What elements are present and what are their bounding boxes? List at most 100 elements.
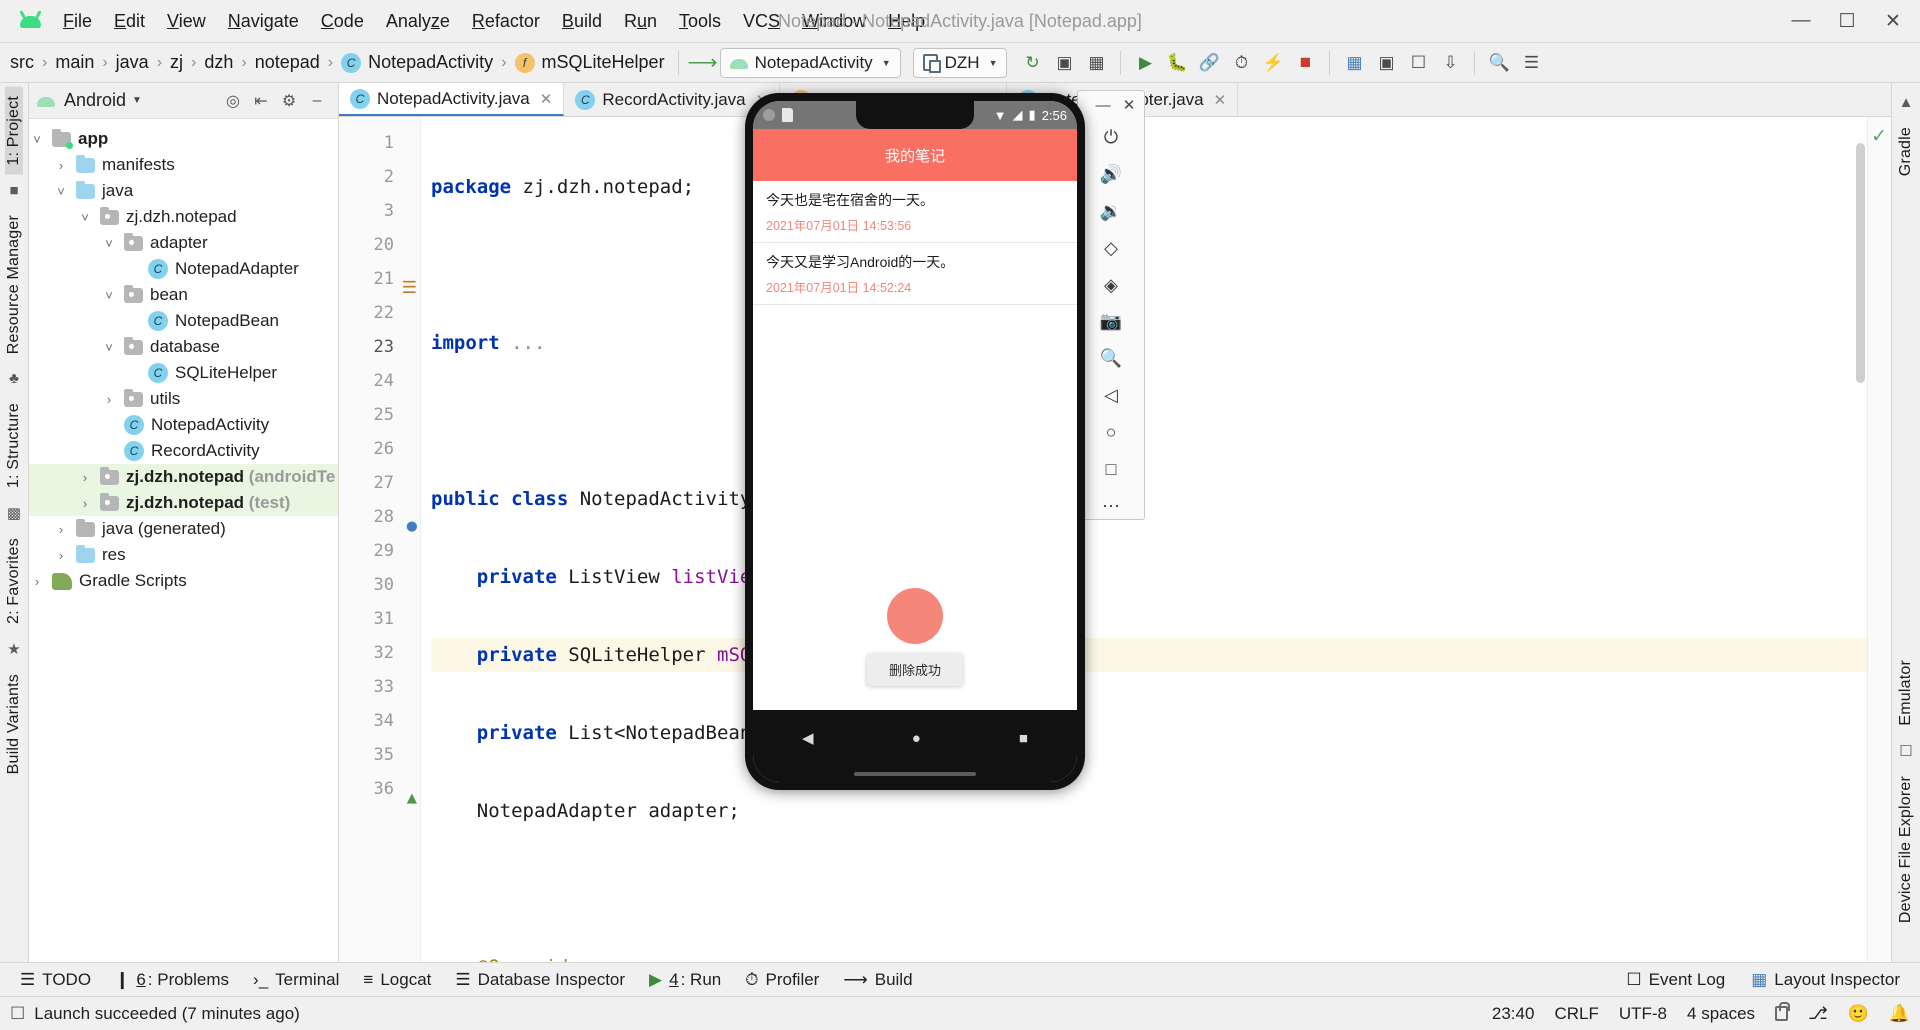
note-item[interactable]: 今天又是学习Android的一天。 2021年07月01日 14:52:24 bbox=[753, 243, 1077, 305]
tool-database-inspector[interactable]: ☰ Database Inspector bbox=[445, 967, 635, 993]
expand-arrow-icon[interactable]: › bbox=[53, 522, 69, 537]
rail-item-structure[interactable]: 1: Structure bbox=[5, 394, 23, 497]
tree-node-res[interactable]: › res bbox=[29, 542, 338, 568]
breadcrumb-notepad[interactable]: notepad bbox=[251, 50, 324, 75]
tree-node-androidtest[interactable]: › zj.dzh.notepad (androidTe bbox=[29, 464, 338, 490]
rail-item-gradle[interactable]: Gradle bbox=[1897, 118, 1915, 185]
status-message[interactable]: Launch succeeded (7 minutes ago) bbox=[34, 1004, 300, 1024]
debug-icon[interactable]: 🐛 bbox=[1162, 48, 1192, 78]
nav-home-icon[interactable]: ● bbox=[912, 730, 921, 747]
expand-arrow-icon[interactable]: › bbox=[53, 548, 69, 563]
expand-arrow-icon[interactable]: ˅ bbox=[77, 210, 93, 225]
screenshot-icon[interactable]: 📷 bbox=[1094, 310, 1128, 335]
volume-up-icon[interactable]: 🔊 bbox=[1094, 162, 1128, 187]
tree-node-utils[interactable]: › utils bbox=[29, 386, 338, 412]
project-tree[interactable]: ˅ app › manifests ˅ java ˅ zj.dzh.notepa… bbox=[29, 119, 338, 594]
tool-logcat[interactable]: ≡ Logcat bbox=[353, 967, 441, 993]
home-icon[interactable]: ○ bbox=[1094, 420, 1128, 445]
tree-node-sqlitehelper[interactable]: › C SQLiteHelper bbox=[29, 360, 338, 386]
rail-item-favorites[interactable]: 2: Favorites bbox=[5, 529, 23, 633]
tool-build[interactable]: ⟶ Build bbox=[833, 967, 922, 993]
profiler-icon[interactable]: ⏱ bbox=[1226, 48, 1256, 78]
stop-icon[interactable]: ■ bbox=[1290, 48, 1320, 78]
expand-arrow-icon[interactable]: ˅ bbox=[53, 184, 69, 199]
source-code[interactable]: package zj.dzh.notepad; import ... publi… bbox=[421, 117, 1891, 962]
editor-marker-strip[interactable] bbox=[1867, 117, 1891, 962]
power-icon[interactable]: ⏻ bbox=[1094, 125, 1128, 150]
breadcrumb-java[interactable]: java bbox=[112, 50, 153, 75]
emulator-close-button[interactable]: ✕ bbox=[1116, 93, 1142, 117]
menu-tools[interactable]: Tools bbox=[668, 6, 732, 37]
tree-node-java[interactable]: ˅ java bbox=[29, 178, 338, 204]
menu-refactor[interactable]: Refactor bbox=[461, 6, 551, 37]
note-item[interactable]: 今天也是宅在宿舍的一天。 2021年07月01日 14:53:56 bbox=[753, 181, 1077, 243]
sdk-manager-icon[interactable]: ▦ bbox=[1081, 48, 1111, 78]
tool-problems[interactable]: ❙ 6 : Problems bbox=[105, 967, 239, 993]
add-note-fab[interactable] bbox=[887, 588, 943, 644]
zoom-icon[interactable]: 🔍 bbox=[1094, 346, 1128, 371]
indent-setting[interactable]: 4 spaces bbox=[1687, 1004, 1755, 1024]
emulator-window[interactable]: — ✕ ⏻ 🔊 🔉 ◇ ◈ 📷 🔍 ◁ ○ □ ⋯ ▼ ◢ ▮ 2:56 我的笔… bbox=[735, 90, 1145, 790]
file-encoding[interactable]: UTF-8 bbox=[1619, 1004, 1667, 1024]
attach-debugger-icon[interactable]: 🔗 bbox=[1194, 48, 1224, 78]
line-separator[interactable]: CRLF bbox=[1554, 1004, 1598, 1024]
implements-marker-icon[interactable]: ▲ bbox=[401, 781, 417, 808]
tree-node-app[interactable]: ˅ app bbox=[29, 126, 338, 152]
sync-gradle-icon[interactable]: ↻ bbox=[1017, 48, 1047, 78]
tab-notepadactivity[interactable]: C NotepadActivity.java ✕ bbox=[339, 83, 565, 116]
avd-manager-icon[interactable]: ▣ bbox=[1049, 48, 1079, 78]
breadcrumb-field[interactable]: f mSQLiteHelper bbox=[511, 50, 669, 75]
expand-arrow-icon[interactable]: ˅ bbox=[101, 288, 117, 303]
settings-icon[interactable]: ⚙ bbox=[276, 88, 302, 114]
close-icon[interactable]: ✕ bbox=[1214, 91, 1227, 109]
line-number-gutter[interactable]: 1 2 3 20 21 ☰ 22 23 24 25 26 27 28 ● 29 … bbox=[339, 117, 421, 962]
locate-icon[interactable]: ◎ bbox=[220, 88, 246, 114]
smiley-icon[interactable]: 🙂 bbox=[1848, 1004, 1869, 1024]
apply-changes-icon[interactable]: ⚡ bbox=[1258, 48, 1288, 78]
device-navigation-bar[interactable]: ◀ ● ■ bbox=[753, 710, 1077, 766]
rail-item-emulator[interactable]: Emulator bbox=[1897, 651, 1915, 735]
tree-node-bean[interactable]: ˅ bean bbox=[29, 282, 338, 308]
tool-todo[interactable]: ☰ TODO bbox=[10, 967, 101, 993]
breadcrumb-main[interactable]: main bbox=[51, 50, 98, 75]
expand-arrow-icon[interactable]: › bbox=[77, 470, 93, 485]
tool-event-log[interactable]: ☐ Event Log bbox=[1616, 967, 1735, 993]
tree-node-package-root[interactable]: ˅ zj.dzh.notepad bbox=[29, 204, 338, 230]
caret-position[interactable]: 23:40 bbox=[1492, 1004, 1535, 1024]
tree-node-recordactivity[interactable]: › C RecordActivity bbox=[29, 438, 338, 464]
minimize-button[interactable]: — bbox=[1778, 0, 1824, 43]
chevron-down-icon[interactable]: ▼ bbox=[132, 95, 142, 106]
hammer-icon[interactable]: ⟶ bbox=[688, 48, 718, 78]
rail-item-device-file-explorer[interactable]: Device File Explorer bbox=[1897, 767, 1915, 932]
rotate-left-icon[interactable]: ◇ bbox=[1094, 236, 1128, 261]
rail-item-resource-manager[interactable]: Resource Manager bbox=[5, 206, 23, 363]
emulator-screen[interactable]: ▼ ◢ ▮ 2:56 我的笔记 今天也是宅在宿舍的一天。 2021年07月01日… bbox=[753, 101, 1077, 782]
breadcrumb-dzh[interactable]: dzh bbox=[200, 50, 237, 75]
emulator-minimize-button[interactable]: — bbox=[1090, 93, 1116, 117]
expand-arrow-icon[interactable]: › bbox=[53, 158, 69, 173]
expand-arrow-icon[interactable]: ˅ bbox=[29, 132, 45, 147]
lock-icon[interactable] bbox=[1775, 1002, 1791, 1021]
tree-node-notepadadapter[interactable]: › C NotepadAdapter bbox=[29, 256, 338, 282]
menu-analyze[interactable]: Analyze bbox=[375, 6, 461, 37]
breakpoint-marker-icon[interactable]: ● bbox=[401, 509, 417, 536]
run-icon[interactable]: ▶ bbox=[1130, 48, 1160, 78]
device-file-explorer-icon[interactable]: ⇩ bbox=[1435, 48, 1465, 78]
menu-file[interactable]: File bbox=[52, 6, 103, 37]
tool-layout-inspector[interactable]: ▦ Layout Inspector bbox=[1741, 967, 1910, 993]
expand-arrow-icon[interactable]: ˅ bbox=[101, 236, 117, 251]
tree-node-test[interactable]: › zj.dzh.notepad (test) bbox=[29, 490, 338, 516]
close-icon[interactable]: ✕ bbox=[540, 90, 553, 108]
rail-item-build-variants[interactable]: Build Variants bbox=[5, 665, 23, 783]
menu-view[interactable]: View bbox=[156, 6, 217, 37]
collapse-all-icon[interactable]: ⇤ bbox=[248, 88, 274, 114]
close-button[interactable]: ✕ bbox=[1870, 0, 1916, 43]
breadcrumb-src[interactable]: src bbox=[6, 50, 38, 75]
tool-terminal[interactable]: ›_ Terminal bbox=[243, 967, 349, 993]
menu-build[interactable]: Build bbox=[551, 6, 613, 37]
menu-run[interactable]: Run bbox=[613, 6, 668, 37]
more-icon[interactable]: ⋯ bbox=[1094, 494, 1128, 519]
tree-node-adapter[interactable]: ˅ adapter bbox=[29, 230, 338, 256]
maximize-button[interactable]: ☐ bbox=[1824, 0, 1870, 43]
expand-arrow-icon[interactable]: › bbox=[29, 574, 45, 589]
